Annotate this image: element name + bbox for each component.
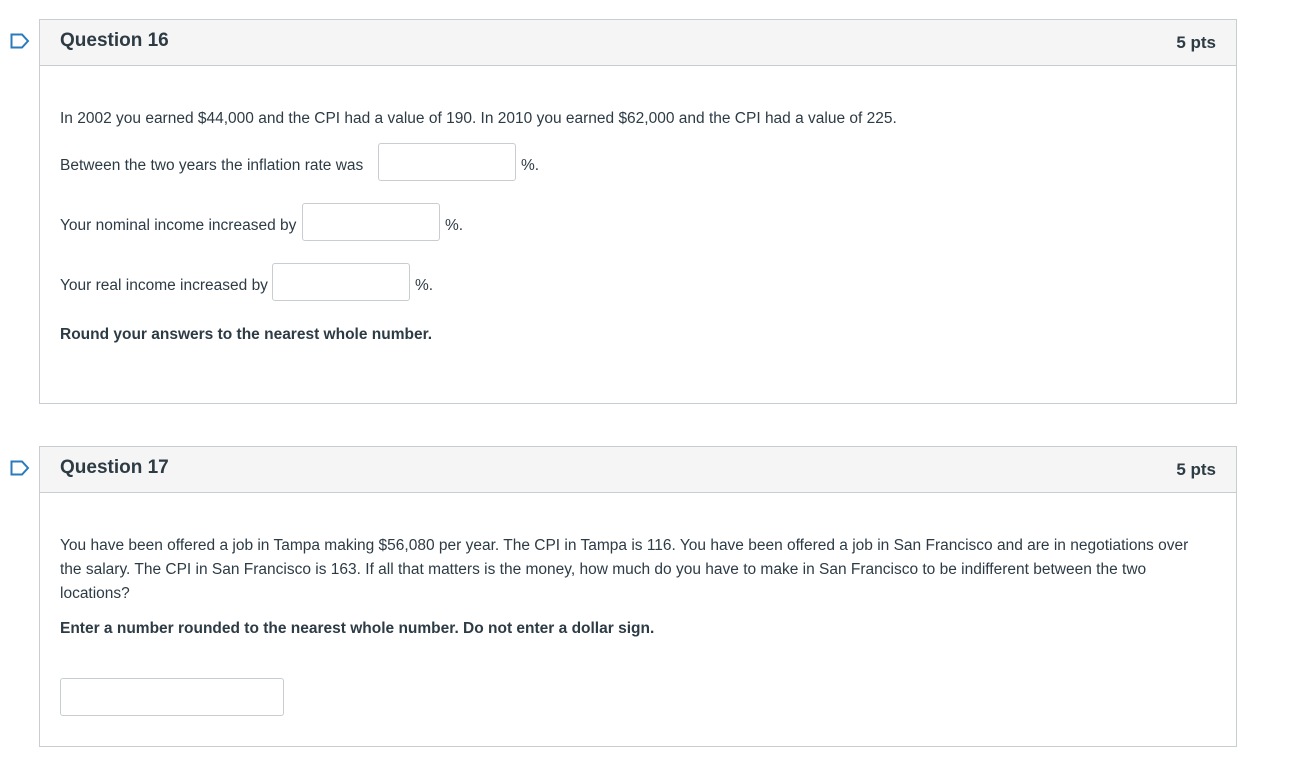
question-title: Question 17 [60,457,169,478]
real-income-label: Your real income increased by [60,277,268,294]
question-points: 5 pts [1176,460,1216,479]
question-header: Question 16 5 pts [40,20,1236,66]
flag-question-16-icon[interactable] [10,33,30,49]
inflation-rate-label: Between the two years the inflation rate… [60,157,364,174]
rounding-instruction: Enter a number rounded to the nearest wh… [60,620,655,637]
salary-answer-input[interactable] [60,678,284,716]
quiz-page: Question 16 5 pts In 2002 you earned $44… [0,0,1300,762]
question-points: 5 pts [1176,33,1216,52]
question-text: In 2002 you earned $44,000 and the CPI h… [60,110,897,127]
inflation-rate-input[interactable] [378,143,516,181]
question-text: You have been offered a job in Tampa mak… [60,537,1189,602]
real-income-input[interactable] [272,263,410,301]
rounding-instruction: Round your answers to the nearest whole … [60,326,433,343]
question-title: Question 16 [60,30,169,51]
question-17: Question 17 5 pts You have been offered … [39,446,1237,747]
question-16: Question 16 5 pts In 2002 you earned $44… [39,19,1237,404]
question-header: Question 17 5 pts [40,447,1236,493]
percent-suffix: %. [521,157,540,174]
percent-suffix: %. [445,217,464,234]
percent-suffix: %. [415,277,434,294]
flag-question-17-icon[interactable] [10,460,30,476]
nominal-income-label: Your nominal income increased by [60,217,297,234]
nominal-income-input[interactable] [302,203,440,241]
